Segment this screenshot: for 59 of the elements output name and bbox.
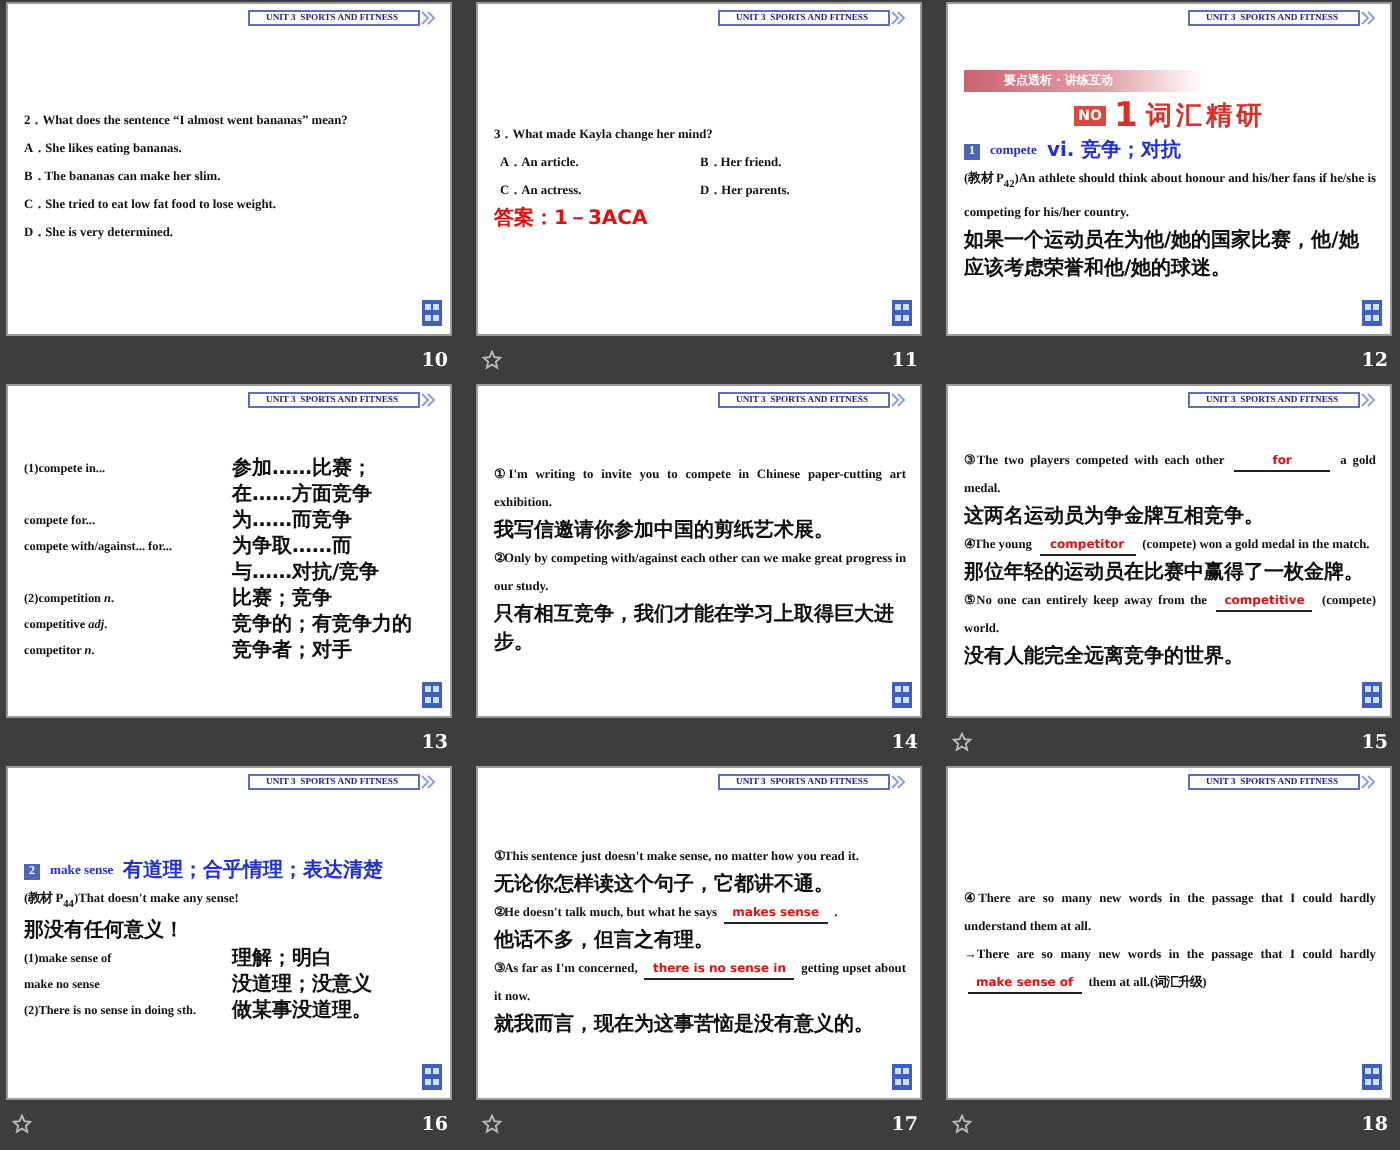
chinese-translation: 没有人能完全远离竞争的世界。 — [964, 643, 1246, 671]
navigation-icon[interactable] — [892, 1064, 912, 1090]
navigation-icon[interactable] — [422, 1064, 442, 1090]
meaning-text: 与……对抗/竞争 — [232, 559, 382, 585]
meaning-text: 为争取……而 — [232, 533, 354, 559]
chinese-translation: 那位年轻的运动员在比赛中赢得了一枚金牌。 — [964, 559, 1366, 587]
chevron-icon — [420, 774, 436, 790]
chinese-translation: 无论你怎样读这个句子，它都讲不通。 — [494, 871, 836, 899]
slide-number: 16 — [421, 1113, 448, 1135]
chinese-translation: 这两名运动员为争金牌互相竞争。 — [964, 503, 1266, 531]
meaning-text: 比赛；竞争 — [232, 585, 334, 611]
chevron-icon — [1360, 10, 1376, 26]
slide-thumbnail[interactable] — [476, 384, 922, 718]
chinese-translation: 只有相互竞争，我们才能在学习上取得巨大进步。 — [494, 601, 896, 657]
meaning-text: 做某事没道理。 — [232, 998, 374, 1025]
slide-thumbnail[interactable] — [946, 2, 1392, 336]
meaning-text: 参加……比赛； — [232, 455, 374, 481]
slide-number: 13 — [421, 731, 448, 753]
slide-number: 11 — [891, 349, 918, 371]
chinese-translation: 那没有任何意义！ — [24, 918, 186, 947]
chevron-icon — [890, 774, 906, 790]
chevron-icon — [1360, 392, 1376, 408]
chevron-icon — [890, 10, 906, 26]
slide-number: 15 — [1361, 731, 1388, 753]
slide-thumbnail[interactable] — [6, 2, 452, 336]
slide-thumbnail[interactable] — [476, 766, 922, 1100]
chevron-icon — [1360, 774, 1376, 790]
chevron-icon — [420, 392, 436, 408]
slide-thumbnail[interactable] — [946, 766, 1392, 1100]
slide-number: 14 — [891, 731, 918, 753]
navigation-icon[interactable] — [422, 682, 442, 708]
answer-text: 答案：1－3ACA — [494, 205, 650, 233]
slide-thumbnail[interactable] — [946, 384, 1392, 718]
navigation-icon[interactable] — [892, 300, 912, 326]
navigation-icon[interactable] — [892, 682, 912, 708]
slide-number: 18 — [1361, 1113, 1388, 1135]
chinese-translation: 就我而言，现在为这事苦恼是没有意义的。 — [494, 1011, 876, 1039]
slide-number: 10 — [421, 349, 448, 371]
navigation-icon[interactable] — [1362, 1064, 1382, 1090]
term-meaning: vi. 竞争；对抗 — [1046, 138, 1182, 167]
meaning-text: 为……而竞争 — [232, 507, 354, 533]
chevron-icon — [420, 10, 436, 26]
slide-number: 17 — [891, 1113, 918, 1135]
navigation-icon[interactable] — [1362, 300, 1382, 326]
meaning-text: 理解；明白 — [232, 946, 334, 973]
section-number: 1 — [1113, 99, 1138, 134]
navigation-icon[interactable] — [1362, 682, 1382, 708]
chevron-icon — [890, 392, 906, 408]
meaning-text: 竞争者；对手 — [232, 637, 354, 663]
section-title: 词汇精研 — [1145, 100, 1266, 135]
chinese-translation: 我写信邀请你参加中国的剪纸艺术展。 — [494, 517, 836, 545]
navigation-icon[interactable] — [422, 300, 442, 326]
meaning-text: 竞争的；有竞争力的 — [232, 611, 414, 637]
chinese-translation: 如果一个运动员在为他/她的国家比赛，他/她应该考虑荣誉和他/她的球迷。 — [964, 227, 1361, 284]
slide-number: 12 — [1361, 349, 1388, 371]
meaning-text: 没道理；没意义 — [232, 972, 374, 999]
term-meaning: 有道理；合乎情理；表达清楚 — [123, 857, 384, 886]
meaning-text: 在……方面竞争 — [232, 481, 374, 507]
chinese-translation: 他话不多，但言之有理。 — [494, 927, 716, 955]
